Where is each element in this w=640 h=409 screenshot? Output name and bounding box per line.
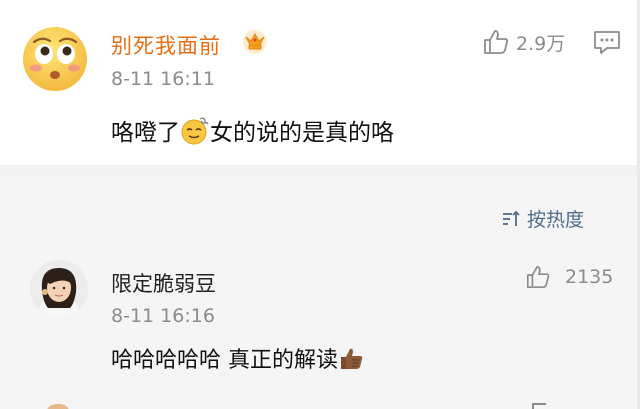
reply-list: 限定脆弱豆 8-11 16:16 哈哈哈哈哈 真正的解读 2135 [0,247,640,409]
comment-card: 别死我面前 8-11 16:11 咯噔了 女的说的是真的咯 2.9万 [0,0,640,165]
reply-timestamp: 8-11 16:16 [111,305,215,327]
sort-icon [502,210,520,226]
surprised-face-avatar-icon[interactable] [22,26,88,92]
section-divider [0,165,640,177]
like-button[interactable]: 2.9万 [482,28,565,56]
thumb-up-icon [484,30,509,54]
user-avatar-icon [30,260,88,318]
reply-username[interactable]: 限定脆弱豆 [111,268,216,298]
comment-timestamp: 8-11 16:11 [111,68,215,90]
like-count: 2.9万 [516,32,566,55]
reply-like-count: 2135 [565,266,614,288]
dizzy-face-emoji-icon [181,117,209,145]
comment-text-part-2: 女的说的是真的咯 [210,120,394,146]
sort-label: 按热度 [526,209,584,231]
weibo-comment-screen: 别死我面前 8-11 16:11 咯噔了 女的说的是真的咯 2.9万 按热度 限… [0,0,640,409]
reply-text: 哈哈哈哈哈 真正的解读 [111,342,365,374]
reply-text-content: 哈哈哈哈哈 真正的解读 [111,348,338,373]
comment-icon[interactable] [593,30,621,56]
reply-like-button[interactable]: 2135 [525,264,613,290]
next-reply-like-peek-icon [532,403,546,409]
sort-by-hot-button[interactable]: 按热度 [501,205,584,232]
sort-bar: 按热度 [0,177,640,247]
crown-icon [243,30,267,54]
avatar[interactable] [30,260,88,318]
comment-username[interactable]: 别死我面前 [111,30,221,60]
surprised-face-emoji-icon [23,27,87,91]
thumbs-up-emoji-icon [341,348,363,369]
comment-text: 咯噔了 女的说的是真的咯 [111,113,394,147]
comment-text-part-1: 咯噔了 [111,120,180,146]
thumb-up-icon [526,265,550,289]
